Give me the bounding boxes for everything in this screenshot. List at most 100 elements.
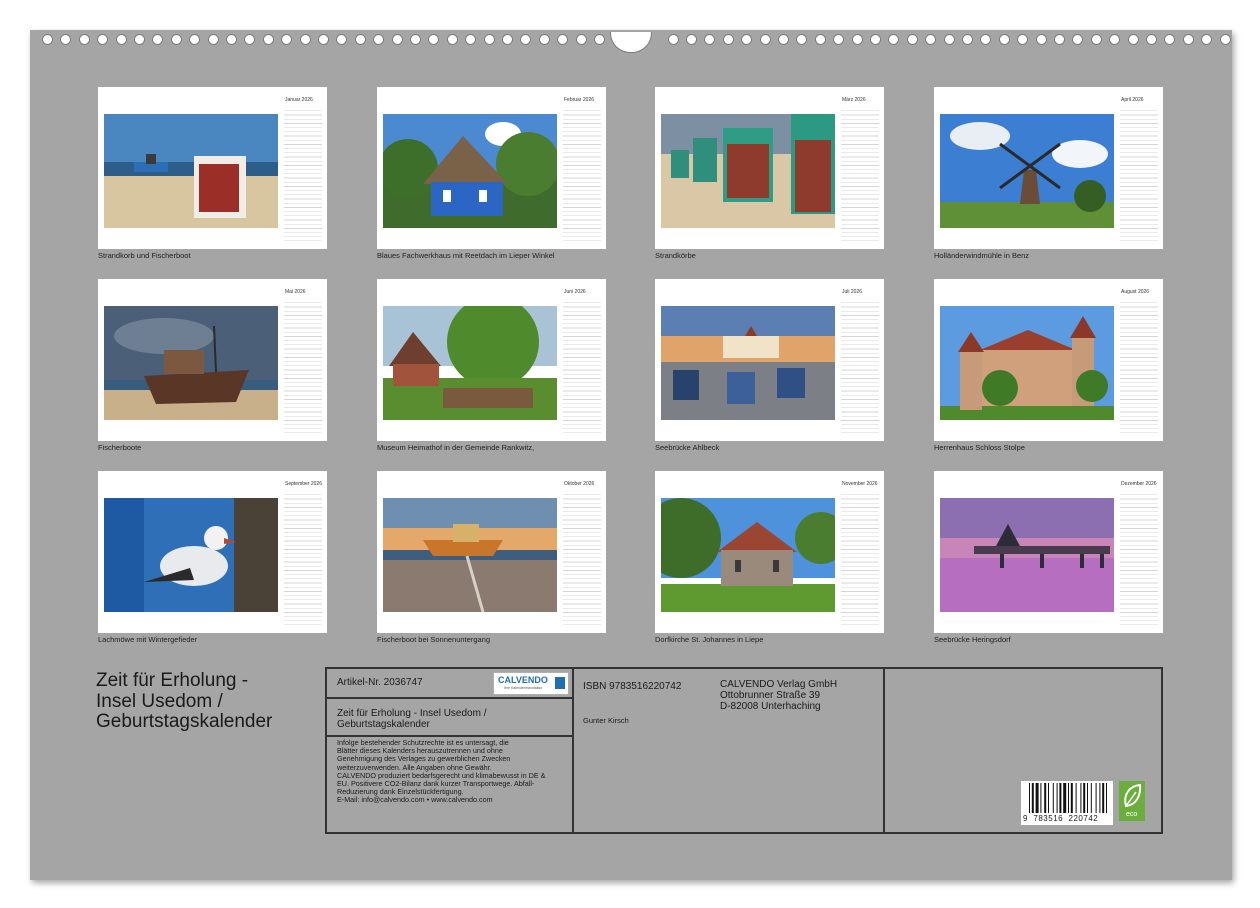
- birthday-lines: [563, 107, 601, 241]
- hanger-hook: [610, 32, 652, 53]
- binding-ring: [134, 34, 145, 45]
- photo-seebruecke-ahlbeck: [661, 306, 835, 420]
- legal-line: E-Mail: info@calvendo.com • www.calvendo…: [337, 795, 493, 805]
- binding-ring: [1201, 34, 1212, 45]
- binding-ring: [447, 34, 458, 45]
- binding-ring: [796, 34, 807, 45]
- binding-ring: [980, 34, 991, 45]
- binding-ring: [907, 34, 918, 45]
- binding-ring: [1072, 34, 1083, 45]
- binding-ring: [539, 34, 550, 45]
- birthday-lines: [284, 491, 322, 625]
- binding-ring: [318, 34, 329, 45]
- binding-ring: [1164, 34, 1175, 45]
- binding-ring: [1091, 34, 1102, 45]
- photo-fachwerkhaus: [383, 114, 557, 228]
- publisher-address: CALVENDO Verlag GmbH Ottobrunner Straße …: [720, 679, 837, 712]
- birthday-lines: [284, 107, 322, 241]
- month-label: Dezember 2026: [1121, 481, 1157, 487]
- month-label: Mai 2026: [285, 289, 306, 295]
- photo-caption: Fischerboote: [98, 443, 142, 452]
- binding-ring: [999, 34, 1010, 45]
- binding-ring: [760, 34, 771, 45]
- month-card-juni: Juni 2026: [377, 279, 606, 441]
- info-column-right: 9 783516 220742 eco: [885, 669, 1161, 832]
- photo-caption: Museum Heimathof in der Gemeinde Rankwit…: [377, 443, 535, 452]
- photo-caption: Holländerwindmühle in Benz: [934, 251, 1030, 260]
- binding-ring: [42, 34, 53, 45]
- photo-fischerboot-sonnenuntergang: [383, 498, 557, 612]
- binding-ring: [392, 34, 403, 45]
- isbn: ISBN 9783516220742: [583, 681, 682, 692]
- binding-ring: [300, 34, 311, 45]
- product-title-1: Zeit für Erholung - Insel Usedom /: [337, 708, 487, 719]
- photo-caption: Seebrücke Ahlbeck: [655, 443, 720, 452]
- eco-label: eco: [1126, 811, 1138, 818]
- spiral-binding: [30, 32, 1232, 53]
- month-card-juli: Juli 2026: [655, 279, 884, 441]
- month-card-dezember: Dezember 2026: [934, 471, 1163, 633]
- barcode-number: 9 783516 220742: [1023, 814, 1099, 823]
- binding-ring: [1183, 34, 1194, 45]
- leaf-icon: [1124, 783, 1142, 808]
- binding-ring: [336, 34, 347, 45]
- month-card-april: April 2026: [934, 87, 1163, 249]
- photo-caption: Dorfkirche St. Johannes in Liepe: [655, 635, 764, 644]
- publisher-name: CALVENDO Verlag GmbH: [720, 679, 838, 690]
- binding-ring: [116, 34, 127, 45]
- binding-ring: [1220, 34, 1231, 45]
- binding-ring: [484, 34, 495, 45]
- birthday-lines: [563, 299, 601, 433]
- photo-caption: Lachmöwe mit Wintergefieder: [98, 635, 198, 644]
- binding-ring: [668, 34, 679, 45]
- photo-schloss-stolpe: [940, 306, 1114, 420]
- month-card-august: August 2026: [934, 279, 1163, 441]
- month-label: Januar 2026: [285, 97, 313, 103]
- binding-ring: [594, 34, 605, 45]
- binding-ring: [79, 34, 90, 45]
- legal-notice: Infolge bestehender Schutzrechte ist es …: [337, 738, 569, 805]
- title-line-2: Insel Usedom /: [96, 690, 223, 712]
- month-card-oktober: Oktober 2026: [377, 471, 606, 633]
- article-row: Artikel-Nr. 2036747 CALVENDO Ihre Kalend…: [327, 669, 572, 699]
- binding-ring: [428, 34, 439, 45]
- barcode: 9 783516 220742: [1021, 781, 1113, 825]
- calendar-title: Zeit für Erholung - Insel Usedom / Gebur…: [96, 670, 316, 733]
- month-card-maerz: März 2026: [655, 87, 884, 249]
- photo-fischerboote: [104, 306, 278, 420]
- binding-ring: [244, 34, 255, 45]
- binding-ring: [281, 34, 292, 45]
- binding-ring: [152, 34, 163, 45]
- month-card-november: November 2026: [655, 471, 884, 633]
- author: Gunter Kirsch: [583, 716, 629, 725]
- binding-ring: [870, 34, 881, 45]
- logo-mark-icon: [555, 677, 565, 689]
- binding-ring: [355, 34, 366, 45]
- product-info-box: Artikel-Nr. 2036747 CALVENDO Ihre Kalend…: [325, 667, 1163, 834]
- binding-ring: [520, 34, 531, 45]
- month-card-mai: Mai 2026: [98, 279, 327, 441]
- publisher-street: Ottobrunner Straße 39: [720, 690, 821, 701]
- info-column-left: Artikel-Nr. 2036747 CALVENDO Ihre Kalend…: [327, 669, 574, 832]
- binding-ring: [1036, 34, 1047, 45]
- photo-strandkorb: [104, 114, 278, 228]
- binding-ring: [1146, 34, 1157, 45]
- birthday-lines: [841, 491, 879, 625]
- photo-caption: Blaues Fachwerkhaus mit Reetdach im Liep…: [377, 251, 555, 260]
- birthday-lines: [1120, 299, 1158, 433]
- binding-ring: [852, 34, 863, 45]
- photo-heimathof: [383, 306, 557, 420]
- photo-caption: Fischerboot bei Sonnenuntergang: [377, 635, 490, 644]
- month-label: Oktober 2026: [564, 481, 595, 487]
- photo-caption: Herrenhaus Schloss Stolpe: [934, 443, 1025, 452]
- logo-subtext: Ihre Kalendermanufaktur: [504, 686, 543, 690]
- photo-lachmoewe: [104, 498, 278, 612]
- binding-ring: [704, 34, 715, 45]
- binding-ring: [97, 34, 108, 45]
- photo-caption: Strandkorb und Fischerboot: [98, 251, 191, 260]
- binding-ring: [723, 34, 734, 45]
- birthday-lines: [841, 107, 879, 241]
- calvendo-logo: CALVENDO Ihre Kalendermanufaktur: [493, 672, 569, 695]
- binding-ring: [1109, 34, 1120, 45]
- binding-ring: [60, 34, 71, 45]
